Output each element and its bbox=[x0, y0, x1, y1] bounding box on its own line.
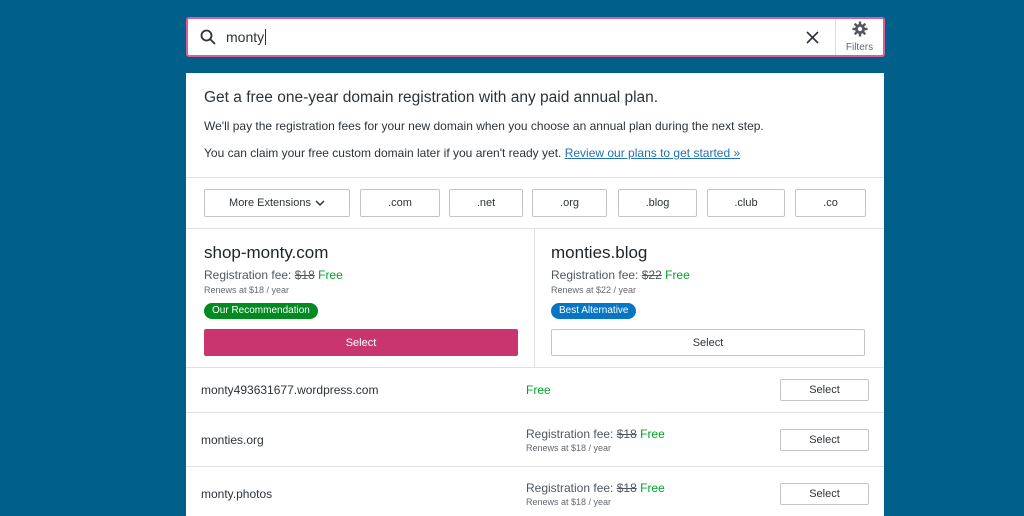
search-icon[interactable] bbox=[190, 29, 226, 45]
featured-domain-card: shop-monty.com Registration fee: $18 Fre… bbox=[186, 229, 535, 367]
old-price: $18 bbox=[616, 426, 637, 441]
old-price: $18 bbox=[294, 268, 315, 282]
featured-domain-card: monties.blog Registration fee: $22 Free … bbox=[535, 229, 884, 367]
select-domain-button[interactable]: Select bbox=[780, 379, 869, 401]
tld-com-button[interactable]: .com bbox=[360, 189, 440, 217]
free-domain-promo: Get a free one-year domain registration … bbox=[186, 73, 884, 178]
recommendation-badge: Our Recommendation bbox=[204, 303, 318, 319]
renewal-price: Renews at $18 / year bbox=[526, 496, 612, 507]
fee-label: Registration fee: bbox=[551, 268, 639, 282]
domain-price: Registration fee: $18 Free Renews at $18… bbox=[526, 427, 665, 453]
registration-fee: Registration fee: $18 Free bbox=[204, 268, 516, 282]
gear-icon bbox=[852, 21, 868, 40]
domain-name: shop-monty.com bbox=[204, 243, 329, 262]
domain-search-bar: monty Filters bbox=[186, 17, 885, 57]
old-price: $18 bbox=[616, 480, 637, 495]
renewal-price: Renews at $18 / year bbox=[204, 285, 290, 295]
free-label: Free bbox=[665, 268, 690, 282]
alternative-badge: Best Alternative bbox=[551, 303, 637, 319]
clear-search-button[interactable] bbox=[789, 19, 835, 55]
domain-results-panel: Get a free one-year domain registration … bbox=[186, 73, 884, 516]
promo-title: Get a free one-year domain registration … bbox=[204, 89, 659, 106]
domain-price: Free bbox=[526, 381, 551, 399]
tld-org-button[interactable]: .org bbox=[532, 189, 607, 217]
featured-suggestions: shop-monty.com Registration fee: $18 Fre… bbox=[186, 229, 884, 368]
fee-label: Registration fee: bbox=[204, 268, 292, 282]
registration-fee: Registration fee: $18 Free bbox=[526, 481, 665, 495]
select-alternative-button[interactable]: Select bbox=[551, 329, 865, 356]
search-input[interactable]: monty bbox=[226, 29, 789, 45]
select-recommended-button[interactable]: Select bbox=[204, 329, 518, 356]
tld-net-button[interactable]: .net bbox=[449, 189, 523, 217]
promo-claim-text: You can claim your free custom domain la… bbox=[204, 146, 562, 160]
domain-result-row: monty493631677.wordpress.com Free Select bbox=[186, 368, 884, 413]
domain-name: monty.photos bbox=[201, 486, 273, 501]
free-label: Free bbox=[640, 426, 665, 441]
free-label: Free bbox=[526, 383, 551, 397]
renewal-price: Renews at $22 / year bbox=[551, 285, 637, 295]
fee-label: Registration fee: bbox=[526, 426, 614, 441]
more-extensions-label: More Extensions bbox=[229, 197, 311, 209]
domain-name: monty493631677.wordpress.com bbox=[201, 383, 379, 397]
domain-price: Registration fee: $18 Free Renews at $18… bbox=[526, 481, 665, 507]
registration-fee: Registration fee: $18 Free bbox=[526, 427, 665, 441]
tld-co-button[interactable]: .co bbox=[795, 189, 866, 217]
more-extensions-button[interactable]: More Extensions bbox=[204, 189, 350, 217]
tld-filter-bar: More Extensions .com .net .org .blog .cl… bbox=[186, 178, 884, 229]
filters-button[interactable]: Filters bbox=[835, 19, 883, 55]
domain-name: monties.org bbox=[201, 432, 264, 447]
renewal-price: Renews at $18 / year bbox=[526, 442, 612, 453]
domain-name: monties.blog bbox=[551, 243, 648, 262]
search-query-text: monty bbox=[226, 29, 265, 45]
domain-result-row: monty.photos Registration fee: $18 Free … bbox=[186, 467, 884, 516]
text-caret bbox=[265, 29, 267, 45]
promo-text-claim-later: You can claim your free custom domain la… bbox=[204, 146, 866, 160]
tld-blog-button[interactable]: .blog bbox=[618, 189, 697, 217]
filters-label: Filters bbox=[845, 42, 874, 53]
registration-fee: Registration fee: $22 Free bbox=[551, 268, 866, 282]
old-price: $22 bbox=[641, 268, 662, 282]
chevron-down-icon bbox=[315, 199, 325, 207]
select-domain-button[interactable]: Select bbox=[780, 428, 869, 451]
close-icon bbox=[805, 30, 819, 44]
tld-club-button[interactable]: .club bbox=[707, 189, 785, 217]
free-label: Free bbox=[318, 268, 343, 282]
select-domain-button[interactable]: Select bbox=[780, 482, 869, 505]
domain-result-row: monties.org Registration fee: $18 Free R… bbox=[186, 413, 884, 467]
fee-label: Registration fee: bbox=[526, 480, 614, 495]
free-label: Free bbox=[640, 480, 665, 495]
promo-text: We'll pay the registration fees for your… bbox=[204, 119, 764, 133]
review-plans-link[interactable]: Review our plans to get started » bbox=[565, 146, 740, 160]
